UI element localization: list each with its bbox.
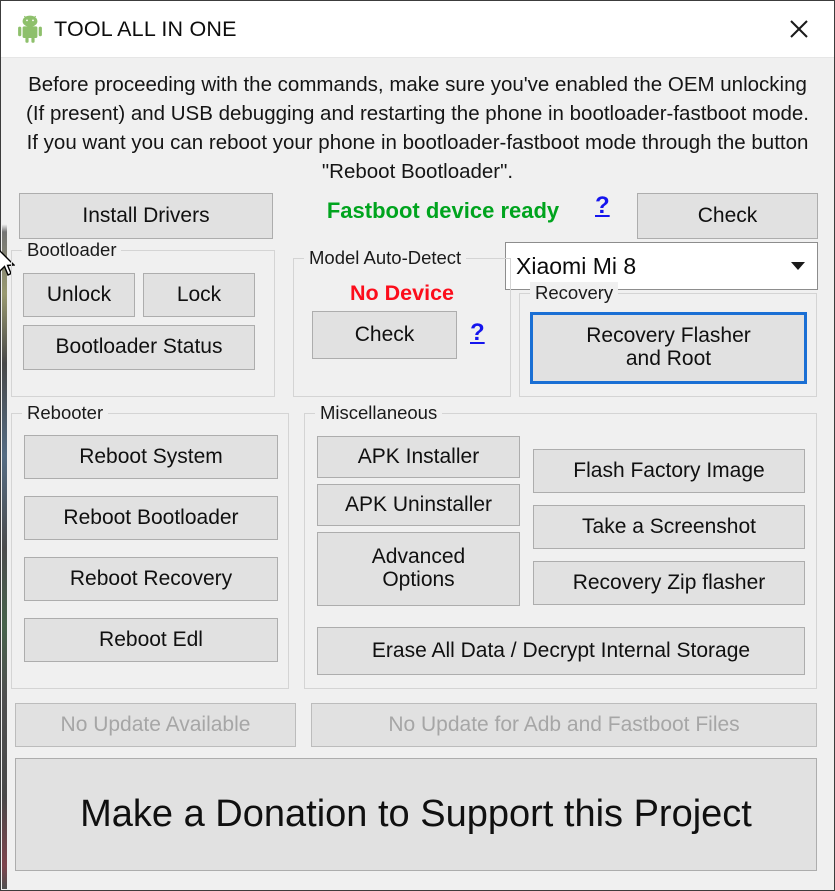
desktop-edge-strip [2, 116, 7, 889]
reboot-edl-button[interactable]: Reboot Edl [24, 618, 278, 662]
model-check-button[interactable]: Check [312, 311, 457, 359]
unlock-button[interactable]: Unlock [23, 273, 135, 317]
close-button[interactable] [776, 9, 822, 49]
miscellaneous-group-label: Miscellaneous [315, 402, 443, 424]
model-help-link[interactable]: ? [470, 321, 485, 345]
app-update-button[interactable]: No Update Available [15, 703, 296, 747]
tool-all-in-one-window: TOOL ALL IN ONE Before proceeding with t… [0, 0, 835, 891]
make-a-donation-button[interactable]: Make a Donation to Support this Project [15, 758, 817, 871]
title-bar: TOOL ALL IN ONE [1, 1, 834, 58]
model-detect-status: No Device [350, 281, 454, 305]
fastboot-check-button[interactable]: Check [637, 193, 818, 239]
fastboot-help-link[interactable]: ? [595, 194, 610, 218]
take-a-screenshot-button[interactable]: Take a Screenshot [533, 505, 805, 549]
device-model-value: Xiaomi Mi 8 [516, 252, 637, 279]
window-title: TOOL ALL IN ONE [54, 16, 237, 41]
instructions-text: Before proceeding with the commands, mak… [26, 73, 809, 183]
reboot-system-button[interactable]: Reboot System [24, 435, 278, 479]
advanced-options-line1: Advanced [371, 545, 466, 569]
model-auto-detect-group: Model Auto-Detect No Device Check ? [293, 247, 511, 397]
advanced-options-button[interactable]: Advanced Options [317, 532, 520, 606]
advanced-options-line2: Options [382, 568, 455, 591]
erase-all-data-button[interactable]: Erase All Data / Decrypt Internal Storag… [317, 627, 805, 675]
lock-button[interactable]: Lock [143, 273, 255, 317]
recovery-group: Recovery Recovery Flasher and Root [519, 282, 817, 397]
chevron-down-icon[interactable] [779, 243, 817, 289]
apk-uninstaller-button[interactable]: APK Uninstaller [317, 484, 520, 526]
adb-fastboot-update-button[interactable]: No Update for Adb and Fastboot Files [311, 703, 817, 747]
fastboot-status-label: Fastboot device ready [326, 198, 560, 223]
client-area: Before proceeding with the commands, mak… [0, 58, 834, 890]
close-icon [790, 20, 808, 38]
install-drivers-button[interactable]: Install Drivers [19, 193, 273, 239]
android-robot-icon [18, 15, 42, 43]
reboot-bootloader-button[interactable]: Reboot Bootloader [24, 496, 278, 540]
recovery-zip-flasher-button[interactable]: Recovery Zip flasher [533, 561, 805, 605]
miscellaneous-group: Miscellaneous APK Installer APK Uninstal… [304, 402, 817, 689]
apk-installer-button[interactable]: APK Installer [317, 436, 520, 478]
bootloader-group-label: Bootloader [22, 239, 122, 261]
bootloader-group: Bootloader Unlock Lock Bootloader Status [11, 239, 275, 397]
recovery-group-label: Recovery [530, 282, 619, 304]
recovery-flasher-and-root-button[interactable]: Recovery Flasher and Root [530, 312, 807, 384]
rebooter-group-label: Rebooter [22, 402, 109, 424]
bootloader-status-button[interactable]: Bootloader Status [23, 325, 255, 370]
reboot-recovery-button[interactable]: Reboot Recovery [24, 557, 278, 601]
recovery-flasher-line2: and Root [625, 347, 712, 370]
flash-factory-image-button[interactable]: Flash Factory Image [533, 449, 805, 493]
model-auto-detect-group-label: Model Auto-Detect [304, 247, 467, 269]
recovery-flasher-line1: Recovery Flasher [586, 324, 751, 348]
rebooter-group: Rebooter Reboot System Reboot Bootloader… [11, 402, 289, 689]
